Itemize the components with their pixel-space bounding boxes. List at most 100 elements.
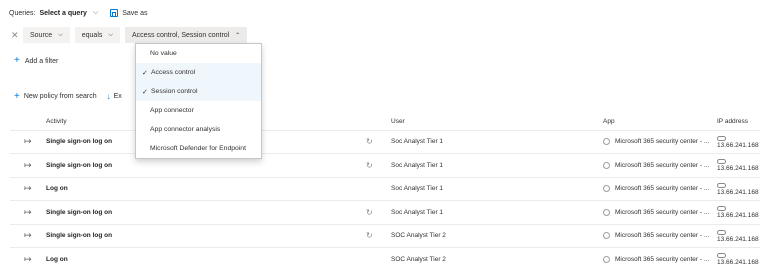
filter-operator-select[interactable]: equals ⌵	[74, 27, 120, 43]
app-cell[interactable]: Microsoft 365 security center - ...	[603, 130, 717, 154]
plus-icon: +	[14, 55, 20, 66]
app-label: Microsoft 365 security center - ...	[615, 208, 710, 216]
empty-cell	[366, 177, 391, 201]
sign-in-icon: ↦	[10, 200, 46, 225]
chevron-down-icon: ⌵	[58, 31, 63, 38]
app-circle-icon	[603, 232, 610, 240]
ip-label: 13.66.241.168	[717, 165, 759, 173]
user-cell[interactable]: Soc Analyst Tier 1	[391, 177, 603, 201]
filter-value-select[interactable]: Access control, Session control ⌃	[124, 27, 248, 43]
filter-value-label: Access control, Session control	[131, 31, 230, 39]
ip-cell[interactable]: 13.66.241.168	[717, 130, 760, 154]
sign-in-icon: ↦	[10, 177, 46, 201]
ip-label: 13.66.241.168	[717, 141, 759, 149]
queries-label: Queries:	[9, 9, 36, 17]
empty-cell	[366, 247, 391, 270]
app-circle-icon	[603, 255, 610, 263]
dropdown-option[interactable]: App connector analysis	[136, 120, 261, 139]
user-cell[interactable]: Soc Analyst Tier 1	[391, 130, 603, 154]
app-circle-icon	[603, 185, 610, 193]
new-policy-button[interactable]: New policy from search	[24, 93, 97, 100]
queries-bar: Queries: Select a query ⌵ Save as	[9, 7, 148, 19]
cloud-icon	[717, 229, 726, 235]
save-as-label: Save as	[122, 9, 148, 17]
app-label: Microsoft 365 security center - ...	[615, 255, 710, 263]
sign-in-icon: ↦	[10, 224, 46, 248]
checkmark-icon: ✓	[142, 88, 148, 96]
ip-cell[interactable]: 13.66.241.168	[717, 224, 760, 248]
column-header-app[interactable]: App	[603, 114, 717, 131]
filter-row: ✕ Source ⌵ equals ⌵ Access control, Sess…	[11, 27, 252, 43]
chevron-up-icon: ⌃	[235, 32, 241, 39]
cloud-icon	[717, 182, 726, 188]
cloud-icon	[717, 159, 726, 165]
app-circle-icon	[603, 138, 610, 146]
toolbar: + New policy from search ↓ Ex	[14, 90, 122, 102]
refresh-icon: ↻	[366, 200, 391, 225]
dropdown-option-label: App connector	[150, 107, 194, 114]
dropdown-option-label: No value	[150, 50, 177, 57]
user-cell[interactable]: SOC Analyst Tier 2	[391, 224, 603, 248]
activity-table: Activity User App IP address ↦ Single sig…	[10, 114, 760, 270]
app-label: Microsoft 365 security center - ...	[615, 138, 710, 146]
ip-label: 13.66.241.168	[717, 235, 759, 243]
dropdown-option[interactable]: App connector	[136, 101, 261, 120]
table-row[interactable]: ↦ Single sign-on log on ↻ SOC Analyst Tier …	[10, 224, 760, 248]
user-cell[interactable]: Soc Analyst Tier 1	[391, 200, 603, 225]
activity-cell[interactable]: Log on	[46, 247, 366, 270]
dropdown-option[interactable]: ✓ Session control	[136, 82, 261, 101]
ip-label: 13.66.241.168	[717, 259, 759, 267]
ip-cell[interactable]: 13.66.241.168	[717, 200, 760, 225]
filter-field-label: Source	[30, 31, 53, 39]
add-filter-label: Add a filter	[24, 57, 59, 65]
app-cell[interactable]: Microsoft 365 security center - ...	[603, 200, 717, 225]
dropdown-option-label: Session control	[151, 88, 198, 95]
add-filter-button[interactable]: + Add a filter	[14, 55, 59, 66]
ip-cell[interactable]: 13.66.241.168	[717, 153, 760, 178]
ip-label: 13.66.241.168	[717, 212, 759, 220]
app-label: Microsoft 365 security center - ...	[615, 185, 710, 193]
refresh-icon: ↻	[366, 153, 391, 178]
app-cell[interactable]: Microsoft 365 security center - ...	[603, 247, 717, 270]
app-label: Microsoft 365 security center - ...	[615, 232, 710, 240]
ip-cell[interactable]: 13.66.241.168	[717, 247, 760, 270]
table-row[interactable]: ↦ Log on SOC Analyst Tier 2 Microsoft 365 s…	[10, 247, 760, 270]
table-row[interactable]: ↦ Log on Soc Analyst Tier 1 Microsoft 365 s…	[10, 177, 760, 201]
app-cell[interactable]: Microsoft 365 security center - ...	[603, 153, 717, 178]
table-row[interactable]: ↦ Single sign-on log on ↻ Soc Analyst Tier …	[10, 200, 760, 225]
save-as-button[interactable]: Save as	[110, 9, 148, 17]
dropdown-option[interactable]: Microsoft Defender for Endpoint	[136, 139, 261, 158]
activity-cell[interactable]: Single sign-on log on	[46, 200, 366, 225]
user-cell[interactable]: Soc Analyst Tier 1	[391, 153, 603, 178]
dropdown-option-label: Access control	[151, 69, 196, 76]
activity-cell[interactable]: Single sign-on log on	[46, 224, 366, 248]
dropdown-option[interactable]: ✓ Access control	[136, 63, 261, 82]
table-row[interactable]: ↦ Single sign-on log on ↻ Soc Analyst Tier …	[10, 130, 760, 154]
table-header-row: Activity User App IP address	[10, 114, 760, 131]
app-cell[interactable]: Microsoft 365 security center - ...	[603, 177, 717, 201]
save-icon	[110, 9, 119, 17]
plus-icon: +	[14, 90, 20, 102]
table-row[interactable]: ↦ Single sign-on log on ↻ Soc Analyst Tier …	[10, 153, 760, 178]
ip-cell[interactable]: 13.66.241.168	[717, 177, 760, 201]
source-value-dropdown: No value ✓ Access control ✓ Session control A…	[135, 43, 262, 159]
sign-in-icon: ↦	[10, 247, 46, 270]
query-selector[interactable]: Select a query	[39, 10, 86, 17]
user-cell[interactable]: SOC Analyst Tier 2	[391, 247, 603, 270]
close-icon[interactable]: ✕	[11, 30, 23, 41]
ip-label: 13.66.241.168	[717, 188, 759, 196]
chevron-down-icon[interactable]: ⌵	[93, 9, 98, 17]
filter-operator-label: equals	[81, 31, 103, 39]
refresh-icon: ↻	[366, 224, 391, 248]
activity-cell[interactable]: Log on	[46, 177, 366, 201]
filter-field-select[interactable]: Source ⌵	[23, 27, 70, 43]
column-header-ip[interactable]: IP address	[717, 114, 760, 131]
app-circle-icon	[603, 208, 610, 216]
app-cell[interactable]: Microsoft 365 security center - ...	[603, 224, 717, 248]
dropdown-option-label: Microsoft Defender for Endpoint	[150, 145, 246, 152]
export-button[interactable]: ↓ Ex	[107, 92, 122, 101]
cloud-icon	[717, 253, 726, 259]
export-label: Ex	[113, 93, 122, 100]
dropdown-option[interactable]: No value	[136, 44, 261, 63]
column-header-user[interactable]: User	[391, 114, 603, 131]
